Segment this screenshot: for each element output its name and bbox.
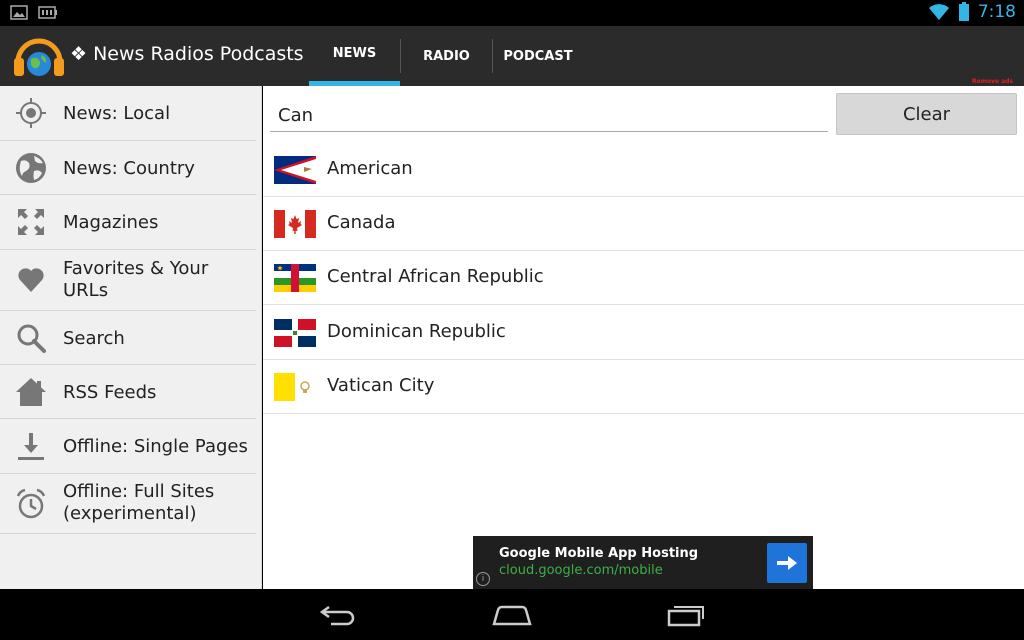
tab-podcast[interactable]: PODCAST <box>493 26 583 86</box>
sidebar-item-offline-full-sites[interactable]: Offline: Full Sites (experimental) <box>0 474 256 534</box>
action-bar: ❖ News Radios Podcasts NEWS RADIO PODCAS… <box>0 26 1024 86</box>
alarm-icon <box>14 487 48 521</box>
crosshair-icon <box>14 96 48 130</box>
ad-url: cloud.google.com/mobile <box>499 563 663 578</box>
image-icon <box>10 5 28 20</box>
sidebar-item-label: Offline: Full Sites (experimental) <box>63 481 215 524</box>
arrow-right-icon <box>777 556 797 570</box>
country-search-input[interactable] <box>270 100 828 132</box>
country-name: American <box>327 158 413 179</box>
country-name: Canada <box>327 212 396 233</box>
country-row-vatican-city[interactable]: Vatican City <box>263 360 1024 414</box>
tab-radio[interactable]: RADIO <box>401 26 492 86</box>
sidebar-item-search[interactable]: Search <box>0 311 256 365</box>
sidebar: News: Local News: Country Magazines Favo… <box>0 86 262 589</box>
country-row-dominican-republic[interactable]: Dominican Republic <box>263 306 1024 360</box>
sidebar-item-label: RSS Feeds <box>63 382 157 403</box>
sidebar-item-label: Offline: Single Pages <box>63 436 248 457</box>
tab-news[interactable]: NEWS <box>309 26 400 86</box>
country-search-panel: Clear American Canada <box>263 86 1024 589</box>
back-button[interactable] <box>317 601 361 629</box>
central-african-republic-flag-icon <box>274 264 316 292</box>
status-bar: 7:18 <box>0 0 1024 26</box>
canada-flag-icon <box>274 210 316 238</box>
country-row-canada[interactable]: Canada <box>263 197 1024 251</box>
heart-icon <box>14 263 48 297</box>
app-title: ❖ News Radios Podcasts <box>70 43 304 65</box>
clock: 7:18 <box>977 2 1016 22</box>
download-icon <box>14 429 48 463</box>
country-name: Central African Republic <box>327 266 544 287</box>
country-name: Vatican City <box>327 375 435 396</box>
sidebar-item-offline-single-pages[interactable]: Offline: Single Pages <box>0 419 256 474</box>
battery-icon <box>958 2 969 21</box>
sidebar-item-magazines[interactable]: Magazines <box>0 195 256 250</box>
wifi-icon <box>928 4 949 20</box>
country-row-central-african-republic[interactable]: Central African Republic <box>263 251 1024 305</box>
home-icon <box>14 375 48 409</box>
sidebar-item-news-country[interactable]: News: Country <box>0 141 256 195</box>
sidebar-item-label: Favorites & Your URLs <box>63 258 209 301</box>
recent-apps-icon <box>667 606 704 627</box>
sidebar-item-label: News: Country <box>63 158 195 179</box>
recent-apps-button[interactable] <box>664 601 708 629</box>
clear-button[interactable]: Clear <box>836 93 1017 135</box>
home-button[interactable] <box>490 601 534 629</box>
sidebar-item-rss-feeds[interactable]: RSS Feeds <box>0 365 256 419</box>
sidebar-item-label: Magazines <box>63 212 159 233</box>
home-nav-icon <box>492 605 532 626</box>
globe-icon <box>14 151 48 185</box>
back-icon <box>319 605 355 626</box>
sidebar-item-label: Search <box>63 328 125 349</box>
search-icon <box>14 321 48 355</box>
navigation-bar <box>0 589 1024 640</box>
american-samoa-flag-icon <box>274 156 316 184</box>
ad-title: Google Mobile App Hosting <box>499 546 699 561</box>
country-row-american[interactable]: American <box>263 143 1024 197</box>
country-name: Dominican Republic <box>327 321 506 342</box>
sidebar-item-label: News: Local <box>63 103 171 124</box>
ad-info-icon[interactable]: i <box>476 572 490 586</box>
dominican-republic-flag-icon <box>274 319 316 347</box>
remove-ads-link[interactable]: Remove ads <box>972 78 1013 85</box>
expand-icon <box>14 205 48 239</box>
ad-open-button[interactable] <box>767 543 807 583</box>
sidebar-item-favorites[interactable]: Favorites & Your URLs <box>0 250 256 311</box>
vatican-flag-icon <box>274 373 316 401</box>
battery-saver-icon <box>38 6 57 19</box>
sidebar-item-news-local[interactable]: News: Local <box>0 86 256 141</box>
app-logo-headphones-globe-icon[interactable] <box>12 34 66 78</box>
ad-banner[interactable]: Google Mobile App Hosting cloud.google.c… <box>473 536 813 589</box>
